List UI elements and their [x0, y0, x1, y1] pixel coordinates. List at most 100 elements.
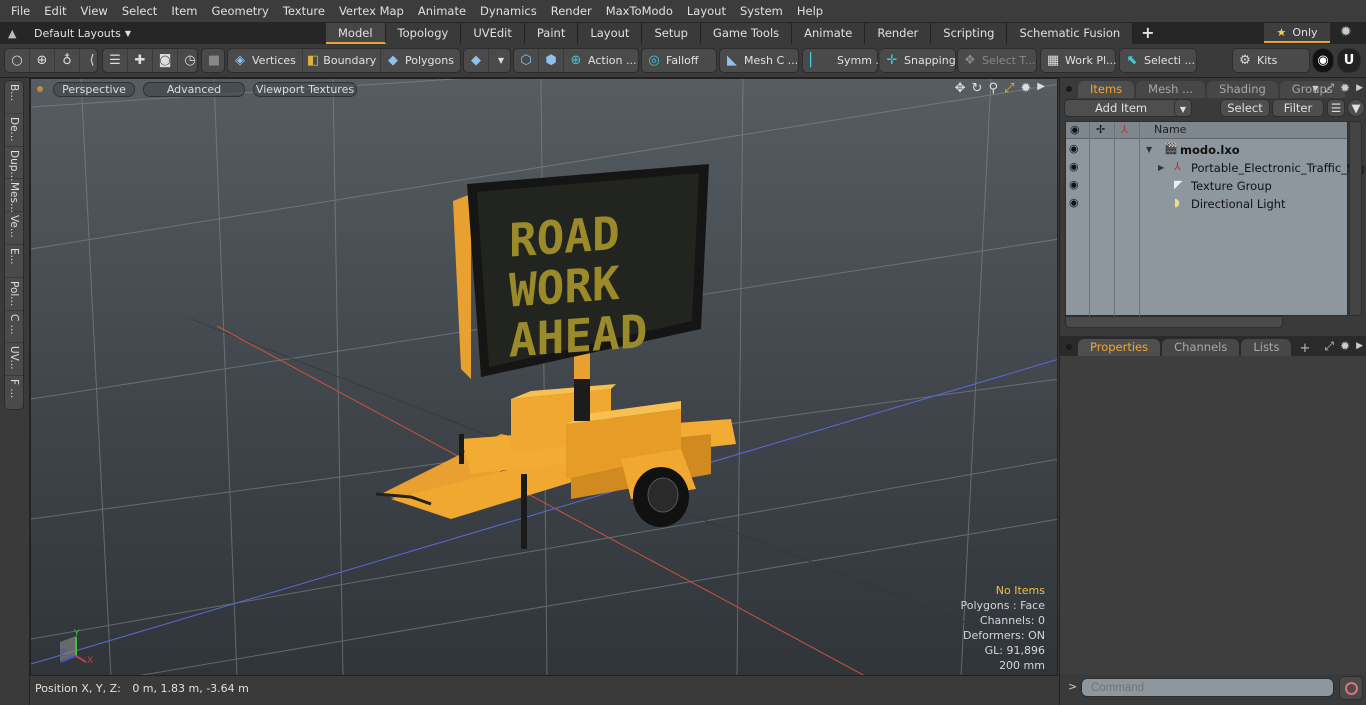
visibility-eye-icon[interactable]: ◉ [1069, 178, 1085, 191]
panel-menu-dot[interactable] [1066, 344, 1072, 350]
tree-row-scene[interactable]: ◉ ▼ 🎬 modo.lxo [1066, 141, 1349, 159]
left-tab-mesh-edit[interactable]: Mes... [5, 179, 23, 213]
work-plane-button[interactable]: ▦ Work Pl... [1041, 49, 1121, 72]
menu-vertex-map[interactable]: Vertex Map [332, 0, 411, 22]
visibility-eye-icon[interactable]: ◉ [1069, 142, 1085, 155]
viewport-expand-arrow-icon[interactable]: ▶ [1037, 81, 1045, 96]
name-column-header[interactable]: Name [1154, 123, 1186, 136]
gear-icon[interactable]: ✹ [1340, 24, 1352, 40]
item-list-horizontal-scrollbar[interactable] [1065, 316, 1283, 328]
tab-topology[interactable]: Topology [385, 23, 462, 44]
menu-geometry[interactable]: Geometry [205, 0, 276, 22]
boundary-button[interactable]: ◧ Boundary [303, 49, 381, 72]
viewport-textures-button[interactable]: Viewport Textures [253, 81, 357, 97]
zoom-magnifier-icon[interactable]: ⚲ [988, 81, 998, 96]
element-c-button[interactable]: ◙ [153, 49, 178, 72]
add-layout-tab-button[interactable]: + [1133, 23, 1162, 44]
tab-animate[interactable]: Animate [792, 23, 866, 44]
mesh-constraint-button[interactable]: ◣ Mesh C ... [720, 49, 802, 72]
element-b-button[interactable]: ✚ [128, 49, 153, 72]
add-item-dropdown[interactable]: ▼ [1174, 99, 1192, 117]
tab-lists[interactable]: Lists [1241, 339, 1292, 356]
tabs-dropdown-icon[interactable]: ▼ [1312, 84, 1318, 96]
expand-panel-icon[interactable]: ⤢ [1324, 81, 1334, 96]
visibility-eye-icon[interactable]: ◉ [1069, 196, 1085, 209]
menu-animate[interactable]: Animate [411, 0, 473, 22]
list-options-button[interactable]: ☰ [1327, 99, 1345, 117]
left-tab-uv[interactable]: UV... [5, 343, 23, 377]
left-tab-duplicate[interactable]: Dup... [5, 147, 23, 181]
tab-mesh-ops[interactable]: Mesh ... [1136, 81, 1206, 98]
pan-move-icon[interactable]: ✥ [955, 81, 966, 96]
menu-render[interactable]: Render [544, 0, 599, 22]
vertices-button[interactable]: ◈ Vertices [228, 49, 303, 72]
menu-texture[interactable]: Texture [276, 0, 332, 22]
menu-maxtomodo[interactable]: MaxToModo [599, 0, 680, 22]
tab-properties[interactable]: Properties [1078, 339, 1161, 356]
menu-edit[interactable]: Edit [37, 0, 73, 22]
visibility-eye-icon[interactable]: ◉ [1069, 160, 1085, 173]
left-tab-edge[interactable]: E... [5, 245, 23, 278]
element-a-button[interactable]: ☰ [103, 49, 128, 72]
element-d-button[interactable]: ◷ [178, 49, 202, 72]
menu-view[interactable]: View [74, 0, 115, 22]
left-tab-fusion[interactable]: F ... [5, 376, 23, 409]
material-mode-dropdown[interactable]: ▼ [489, 49, 513, 72]
item-mode-button[interactable]: ■ [202, 49, 226, 72]
transform-gizmo-button[interactable]: ⬡ [514, 49, 539, 72]
snapping-button[interactable]: ✛ Snapping [880, 49, 960, 72]
maximize-viewport-icon[interactable]: ⤢ [1004, 81, 1014, 96]
tab-game-tools[interactable]: Game Tools [700, 23, 793, 44]
tab-shading[interactable]: Shading [1207, 81, 1278, 98]
tab-schematic-fusion[interactable]: Schematic Fusion [1007, 23, 1134, 44]
lock-column-icon[interactable]: ✢ [1096, 123, 1105, 136]
polygons-button[interactable]: ◆ Polygons [381, 49, 459, 72]
left-tab-vertex[interactable]: Ve... [5, 212, 23, 245]
menu-select[interactable]: Select [115, 0, 164, 22]
tab-paint[interactable]: Paint [524, 23, 579, 44]
expand-panel-icon[interactable]: ⤢ [1324, 339, 1334, 354]
panel-arrow-icon[interactable]: ▶ [1356, 341, 1363, 354]
menu-help[interactable]: Help [790, 0, 830, 22]
select-lasso-button[interactable]: ♁ [55, 49, 80, 72]
filter-funnel-button[interactable]: ▼ [1347, 99, 1365, 117]
tab-model[interactable]: Model [326, 23, 386, 44]
panel-gear-icon[interactable]: ✹ [1340, 81, 1350, 96]
select-through-button[interactable]: ❖ Select T... [958, 49, 1039, 72]
viewport-menu-dot[interactable] [37, 86, 43, 92]
menu-file[interactable]: File [4, 0, 37, 22]
layout-selector[interactable]: ▲ Default Layouts ▼ [0, 27, 326, 40]
left-tab-deform[interactable]: De... [5, 114, 23, 147]
shading-mode-button[interactable]: Advanced [143, 81, 245, 97]
tab-render[interactable]: Render [865, 23, 932, 44]
falloff-button[interactable]: ◎ Falloff [642, 49, 702, 72]
menu-dynamics[interactable]: Dynamics [473, 0, 544, 22]
view-mode-button[interactable]: Perspective [53, 81, 135, 97]
tab-scripting[interactable]: Scripting [931, 23, 1008, 44]
panel-menu-dot[interactable] [1066, 86, 1072, 92]
add-item-button[interactable]: Add Item [1064, 99, 1191, 117]
tab-uvedit[interactable]: UVEdit [461, 23, 525, 44]
tab-layout[interactable]: Layout [578, 23, 643, 44]
command-input[interactable] [1081, 678, 1334, 697]
tab-items[interactable]: Items [1078, 81, 1135, 98]
add-panel-tab-button[interactable]: + [1293, 341, 1316, 356]
panel-gear-icon[interactable]: ✹ [1340, 339, 1350, 354]
menu-system[interactable]: System [733, 0, 790, 22]
kits-button[interactable]: ⚙ Kits [1233, 49, 1281, 72]
unreal-button[interactable]: U [1337, 48, 1361, 73]
panel-arrow-icon[interactable]: ▶ [1356, 83, 1363, 96]
left-tab-basic[interactable]: B... [5, 81, 23, 114]
expand-triangle-icon[interactable]: ▶ [1158, 163, 1164, 172]
tree-row-texture-group[interactable]: ◉ ◤ Texture Group [1066, 177, 1349, 195]
tab-channels[interactable]: Channels [1162, 339, 1240, 356]
select-button[interactable]: Select [1220, 99, 1270, 117]
rotate-icon[interactable]: ↻ [972, 81, 983, 96]
select-circle-button[interactable]: ○ [5, 49, 30, 72]
collapse-up-icon[interactable]: ▲ [8, 27, 30, 40]
symmetry-button[interactable]: ▏ Symm ... [803, 49, 890, 72]
record-macro-button[interactable] [1339, 676, 1363, 700]
unity-button[interactable]: ◉ [1312, 48, 1334, 73]
filter-button[interactable]: Filter [1272, 99, 1324, 117]
menu-item[interactable]: Item [164, 0, 204, 22]
